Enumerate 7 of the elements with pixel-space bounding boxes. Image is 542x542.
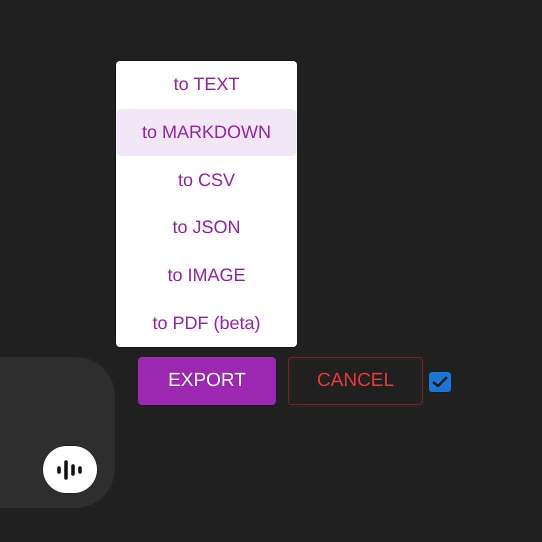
menu-item[interactable]: to MARKDOWN [116, 108, 297, 156]
sound-wave-icon [56, 458, 84, 480]
checkbox[interactable] [429, 372, 451, 392]
export-button[interactable]: EXPORT [138, 357, 276, 405]
cancel-button[interactable]: CANCEL [288, 357, 423, 405]
check-icon [432, 376, 448, 388]
voice-button[interactable] [43, 446, 97, 493]
